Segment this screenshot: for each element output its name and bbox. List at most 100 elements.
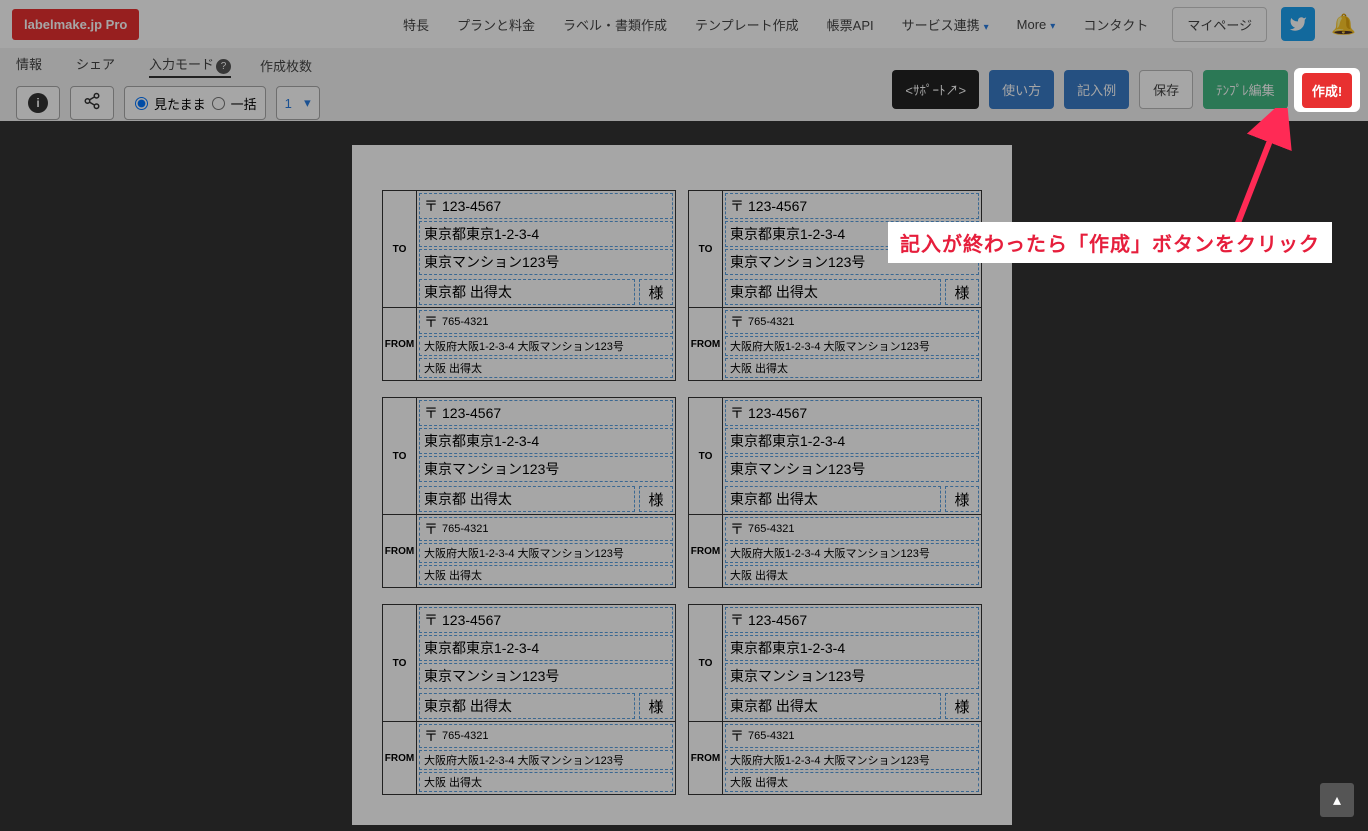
- to-addr1-field[interactable]: 東京都東京1-2-3-4: [419, 428, 673, 454]
- arrow-annotation: [1226, 108, 1296, 238]
- save-button[interactable]: 保存: [1139, 70, 1193, 109]
- tab-share[interactable]: シェア: [76, 54, 115, 78]
- input-mode-radio[interactable]: 見たまま 一括: [124, 86, 266, 120]
- create-button-highlight: 作成!: [1294, 68, 1360, 112]
- help-icon[interactable]: ?: [216, 59, 231, 74]
- to-name-field[interactable]: 東京都 出得太: [725, 486, 941, 512]
- tab-info[interactable]: 情報: [16, 54, 42, 78]
- from-postal-field[interactable]: 〒765-4321: [725, 310, 979, 334]
- twitter-icon: [1289, 15, 1307, 33]
- to-label: TO: [383, 191, 417, 307]
- howto-button[interactable]: 使い方: [989, 70, 1054, 109]
- from-postal-field[interactable]: 〒765-4321: [419, 310, 673, 334]
- sama-field[interactable]: 様: [639, 279, 673, 305]
- from-postal-field[interactable]: 〒765-4321: [419, 724, 673, 748]
- label-card: TO 〒123-4567 東京都東京1-2-3-4 東京マンション123号 東京…: [382, 397, 676, 588]
- share-icon: [83, 92, 101, 115]
- top-navbar: labelmake.jp Pro 特長 プランと料金 ラベル・書類作成 テンプレ…: [0, 0, 1368, 48]
- toolbar: 情報 シェア 入力モード? i 見たまま 一括 1▾ 作成枚数 <ｻﾎﾟｰﾄ↗>…: [0, 48, 1368, 121]
- nav-contact[interactable]: コンタクト: [1083, 15, 1148, 34]
- to-addr2-field[interactable]: 東京マンション123号: [419, 663, 673, 689]
- radio-preview-label: 見たまま: [154, 94, 206, 113]
- from-postal-field[interactable]: 〒765-4321: [725, 517, 979, 541]
- from-addr-field[interactable]: 大阪府大阪1-2-3-4 大阪マンション123号: [419, 750, 673, 770]
- from-name-field[interactable]: 大阪 出得太: [725, 358, 979, 378]
- from-addr-field[interactable]: 大阪府大阪1-2-3-4 大阪マンション123号: [725, 543, 979, 563]
- nav-api[interactable]: 帳票API: [827, 15, 874, 34]
- nav-services[interactable]: サービス連携▾: [902, 15, 989, 34]
- to-postal-field[interactable]: 〒123-4567: [725, 193, 979, 219]
- from-label: FROM: [689, 722, 723, 794]
- sama-field[interactable]: 様: [639, 693, 673, 719]
- from-name-field[interactable]: 大阪 出得太: [725, 565, 979, 585]
- bell-icon[interactable]: 🔔: [1331, 12, 1356, 37]
- to-postal-field[interactable]: 〒123-4567: [725, 607, 979, 633]
- info-button[interactable]: i: [16, 86, 60, 120]
- info-icon: i: [28, 93, 48, 113]
- to-label: TO: [383, 605, 417, 721]
- from-label: FROM: [689, 515, 723, 587]
- from-addr-field[interactable]: 大阪府大阪1-2-3-4 大阪マンション123号: [419, 336, 673, 356]
- from-label: FROM: [383, 722, 417, 794]
- chevron-down-icon: ▾: [304, 95, 311, 111]
- to-addr2-field[interactable]: 東京マンション123号: [419, 249, 673, 275]
- to-addr1-field[interactable]: 東京都東京1-2-3-4: [725, 428, 979, 454]
- from-postal-field[interactable]: 〒765-4321: [419, 517, 673, 541]
- sama-field[interactable]: 様: [945, 486, 979, 512]
- from-addr-field[interactable]: 大阪府大阪1-2-3-4 大阪マンション123号: [725, 336, 979, 356]
- to-addr2-field[interactable]: 東京マンション123号: [725, 663, 979, 689]
- example-button[interactable]: 記入例: [1064, 70, 1129, 109]
- to-name-field[interactable]: 東京都 出得太: [725, 693, 941, 719]
- from-addr-field[interactable]: 大阪府大阪1-2-3-4 大阪マンション123号: [725, 750, 979, 770]
- from-label: FROM: [383, 515, 417, 587]
- nav-pricing[interactable]: プランと料金: [457, 15, 535, 34]
- from-name-field[interactable]: 大阪 出得太: [419, 358, 673, 378]
- mypage-button[interactable]: マイページ: [1172, 7, 1267, 42]
- template-edit-button[interactable]: ﾃﾝﾌﾟﾚ編集: [1203, 70, 1288, 109]
- nav-templates[interactable]: テンプレート作成: [695, 15, 799, 34]
- chevron-down-icon: ▾: [1050, 21, 1055, 32]
- to-name-field[interactable]: 東京都 出得太: [725, 279, 941, 305]
- share-button[interactable]: [70, 86, 114, 120]
- twitter-button[interactable]: [1281, 7, 1315, 41]
- to-postal-field[interactable]: 〒123-4567: [419, 400, 673, 426]
- label-card: TO 〒123-4567 東京都東京1-2-3-4 東京マンション123号 東京…: [688, 190, 982, 381]
- from-name-field[interactable]: 大阪 出得太: [419, 772, 673, 792]
- nav-features[interactable]: 特長: [403, 15, 429, 34]
- from-addr-field[interactable]: 大阪府大阪1-2-3-4 大阪マンション123号: [419, 543, 673, 563]
- create-button[interactable]: 作成!: [1302, 73, 1352, 108]
- to-label: TO: [689, 191, 723, 307]
- nav-labels[interactable]: ラベル・書類作成: [563, 15, 667, 34]
- sama-field[interactable]: 様: [945, 693, 979, 719]
- logo[interactable]: labelmake.jp Pro: [12, 9, 139, 40]
- to-addr2-field[interactable]: 東京マンション123号: [419, 456, 673, 482]
- to-addr1-field[interactable]: 東京都東京1-2-3-4: [725, 635, 979, 661]
- to-postal-field[interactable]: 〒123-4567: [725, 400, 979, 426]
- from-name-field[interactable]: 大阪 出得太: [725, 772, 979, 792]
- to-name-field[interactable]: 東京都 出得太: [419, 486, 635, 512]
- to-label: TO: [689, 605, 723, 721]
- label-card: TO 〒123-4567 東京都東京1-2-3-4 東京マンション123号 東京…: [688, 397, 982, 588]
- to-addr2-field[interactable]: 東京マンション123号: [725, 456, 979, 482]
- sama-field[interactable]: 様: [945, 279, 979, 305]
- to-addr1-field[interactable]: 東京都東京1-2-3-4: [419, 221, 673, 247]
- to-label: TO: [689, 398, 723, 514]
- tab-count[interactable]: 作成枚数: [260, 56, 312, 75]
- tab-inputmode[interactable]: 入力モード?: [149, 54, 231, 78]
- to-postal-field[interactable]: 〒123-4567: [419, 607, 673, 633]
- sama-field[interactable]: 様: [639, 486, 673, 512]
- pagecount-select[interactable]: 1▾: [276, 86, 320, 120]
- to-addr1-field[interactable]: 東京都東京1-2-3-4: [419, 635, 673, 661]
- to-postal-field[interactable]: 〒123-4567: [419, 193, 673, 219]
- radio-batch[interactable]: [212, 97, 225, 110]
- nav-more[interactable]: More▾: [1017, 17, 1056, 32]
- from-postal-field[interactable]: 〒765-4321: [725, 724, 979, 748]
- scroll-top-button[interactable]: ▴: [1320, 783, 1354, 817]
- from-name-field[interactable]: 大阪 出得太: [419, 565, 673, 585]
- chevron-down-icon: ▾: [984, 22, 989, 33]
- to-label: TO: [383, 398, 417, 514]
- to-name-field[interactable]: 東京都 出得太: [419, 693, 635, 719]
- to-name-field[interactable]: 東京都 出得太: [419, 279, 635, 305]
- support-button[interactable]: <ｻﾎﾟｰﾄ↗>: [892, 70, 979, 109]
- radio-preview[interactable]: [135, 97, 148, 110]
